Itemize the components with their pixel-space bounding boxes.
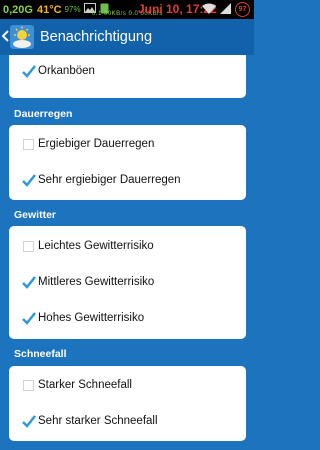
checkbox-label: Sehr ergiebiger Dauerregen [38, 174, 181, 186]
checkbox-row-mittleres-gewitterrisiko[interactable]: Mittleres Gewitterrisiko [9, 264, 246, 300]
checkbox-row-sehr-starker-schneefall[interactable]: Sehr starker Schneefall [9, 403, 246, 439]
checkmark-icon [21, 310, 37, 326]
checkbox-label: Sehr starker Schneefall [38, 415, 158, 427]
checkmark-icon [21, 172, 37, 188]
checkbox-label: Hohes Gewitterrisiko [38, 312, 145, 324]
settings-card-gewitter: Leichtes Gewitterrisiko Mittleres Gewitt… [9, 226, 246, 339]
checkbox-row-sehr-ergiebiger-dauerregen[interactable]: Sehr ergiebiger Dauerregen [9, 162, 246, 198]
temperature-text: 41°C [36, 3, 62, 16]
checkbox-row-starker-schneefall[interactable]: Starker Schneefall [9, 367, 246, 403]
checkbox-row-leichtes-gewitterrisiko[interactable]: Leichtes Gewitterrisiko [9, 228, 246, 264]
settings-list[interactable]: Orkanböen Dauerregen Ergiebiger Dauerreg… [0, 55, 254, 450]
checkbox-row-hohes-gewitterrisiko[interactable]: Hohes Gewitterrisiko [9, 300, 246, 336]
checkbox-label: Ergiebiger Dauerregen [38, 138, 155, 150]
page-title: Benachrichtigung [40, 29, 153, 45]
battery-badge: 97 [235, 2, 250, 17]
section-header-gewitter: Gewitter [14, 209, 57, 221]
signal-icon [220, 2, 231, 17]
settings-card-schneefall: Starker Schneefall Sehr starker Schneefa… [9, 366, 246, 441]
wifi-icon [202, 3, 216, 17]
checkbox-row-orkanboeen[interactable]: Orkanböen [9, 55, 246, 89]
checkmark-icon [21, 274, 37, 290]
section-header-schneefall: Schneefall [14, 348, 67, 360]
data-rate-text: 0,20G [3, 3, 33, 16]
checkbox-unchecked [23, 380, 34, 391]
checkmark-icon [21, 63, 37, 79]
chevron-left-icon [1, 29, 10, 45]
status-bar: 0,20G 41°C 97% 0.1 00KB/s 0.0 00KB/s Jun… [0, 0, 254, 19]
checkbox-label: Mittleres Gewitterrisiko [38, 276, 155, 288]
checkbox-label: Leichtes Gewitterrisiko [38, 240, 154, 252]
section-header-dauerregen: Dauerregen [14, 108, 73, 120]
sun-cloud-icon [10, 25, 34, 49]
checkbox-label: Starker Schneefall [38, 379, 132, 391]
checkbox-unchecked [23, 139, 34, 150]
checkbox-row-ergiebiger-dauerregen[interactable]: Ergiebiger Dauerregen [9, 126, 246, 162]
settings-card-dauerregen: Ergiebiger Dauerregen Sehr ergiebiger Da… [9, 125, 246, 200]
battery-percent-text: 97% [64, 5, 81, 14]
action-bar: Benachrichtigung [0, 19, 254, 55]
checkbox-unchecked [23, 241, 34, 252]
settings-card-sturm: Orkanböen [9, 55, 246, 98]
checkmark-icon [21, 413, 37, 429]
checkbox-label: Orkanböen [38, 65, 95, 77]
back-button[interactable] [0, 19, 34, 55]
